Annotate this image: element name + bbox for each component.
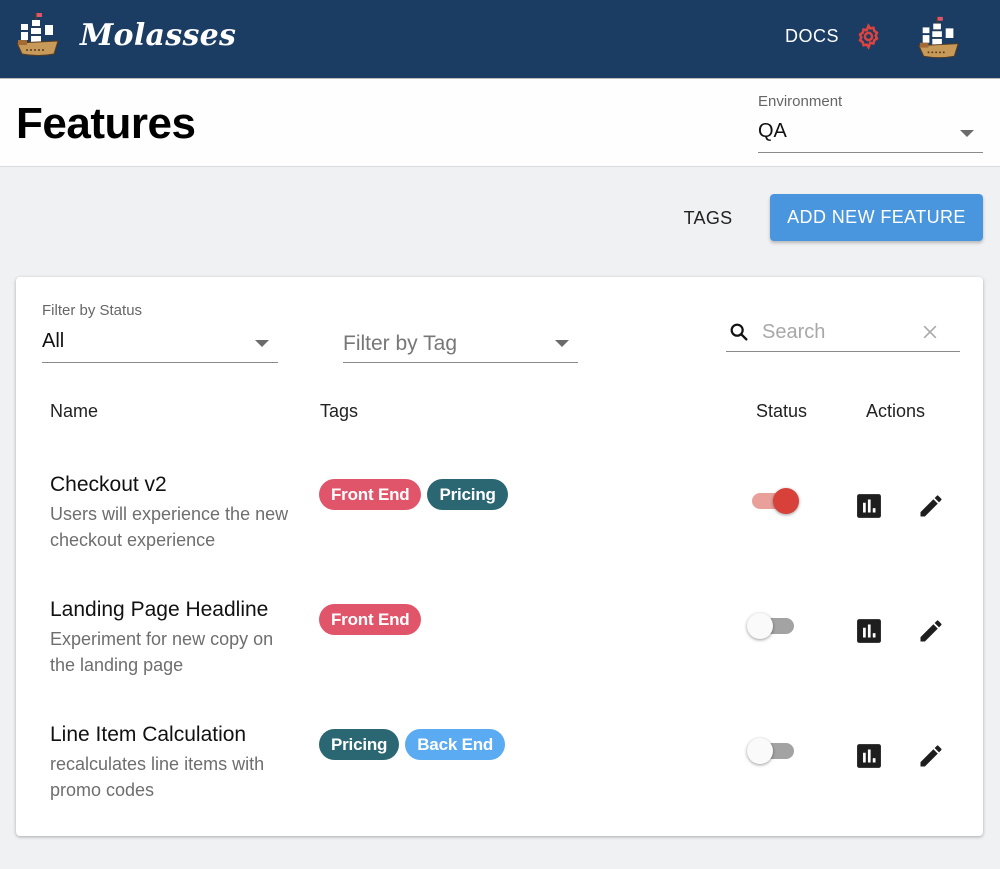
feature-description: Experiment for new copy on the landing p… [50, 629, 274, 675]
column-header-status: Status [756, 401, 808, 421]
search-icon [730, 323, 748, 341]
column-header-actions: Actions [866, 401, 926, 421]
feature-name[interactable]: Checkout v2 [50, 473, 167, 497]
toggle-thumb [773, 488, 799, 514]
column-header-tags: Tags [320, 401, 359, 421]
feature-status-toggle[interactable] [747, 610, 799, 640]
feature-row: Checkout v2 Users will experience the ne… [16, 473, 983, 598]
tag-chip[interactable]: Pricing [427, 479, 508, 510]
tags-button[interactable]: TAGS [672, 196, 744, 240]
feature-description: Users will experience the new checkout e… [50, 504, 289, 550]
feature-status-toggle[interactable] [747, 735, 799, 765]
search-input[interactable] [762, 318, 912, 346]
ship-logo-icon[interactable] [14, 10, 62, 58]
feature-name[interactable]: Landing Page Headline [50, 598, 268, 622]
feature-tags: Front End [319, 604, 422, 635]
toggle-thumb [747, 613, 773, 639]
user-avatar-ship-icon[interactable] [916, 14, 962, 60]
toggle-thumb [747, 738, 773, 764]
tag-chip[interactable]: Front End [319, 479, 422, 510]
feature-name[interactable]: Line Item Calculation [50, 723, 246, 747]
feature-row: Line Item Calculation recalculates line … [16, 723, 983, 848]
tag-chip[interactable]: Front End [319, 604, 422, 635]
filter-status-label: Filter by Status [42, 302, 143, 319]
close-icon[interactable] [920, 322, 940, 342]
top-app-bar: Molasses DOCS [0, 0, 1000, 78]
tag-chip[interactable]: Pricing [319, 729, 400, 760]
features-card: Filter by Status All Filter by Tag Name … [16, 277, 983, 836]
environment-select[interactable]: QA [758, 113, 983, 153]
filter-tag-select[interactable]: Filter by Tag [343, 323, 578, 363]
feature-tags: Pricing Back End [319, 729, 506, 760]
bar-chart-icon[interactable] [856, 618, 882, 644]
filter-status-select[interactable]: All [42, 323, 278, 363]
filter-tag-placeholder: Filter by Tag [343, 332, 457, 355]
filter-status-value: All [42, 330, 65, 352]
feature-status-toggle[interactable] [749, 485, 799, 515]
page-header: Features Environment QA [0, 78, 1000, 167]
bar-chart-icon[interactable] [856, 493, 882, 519]
feature-description: recalculates line items with promo codes [50, 754, 265, 800]
search-field [726, 315, 960, 352]
bar-chart-icon[interactable] [856, 743, 882, 769]
docs-link[interactable]: DOCS [785, 26, 839, 47]
feature-tags: Front End Pricing [319, 479, 508, 510]
feature-row: Landing Page Headline Experiment for new… [16, 598, 983, 723]
tag-chip[interactable]: Back End [405, 729, 506, 760]
gear-icon[interactable] [855, 23, 882, 50]
page-title: Features [16, 99, 196, 148]
environment-value: QA [758, 120, 787, 142]
add-new-feature-button[interactable]: ADD NEW FEATURE [770, 194, 983, 241]
pencil-edit-icon[interactable] [917, 492, 945, 520]
chevron-down-icon [555, 340, 569, 347]
brand-name[interactable]: Molasses [80, 18, 236, 53]
column-header-name: Name [50, 401, 99, 421]
pencil-edit-icon[interactable] [917, 742, 945, 770]
environment-label: Environment [758, 93, 843, 110]
pencil-edit-icon[interactable] [917, 617, 945, 645]
chevron-down-icon [255, 340, 269, 347]
chevron-down-icon [960, 130, 974, 137]
